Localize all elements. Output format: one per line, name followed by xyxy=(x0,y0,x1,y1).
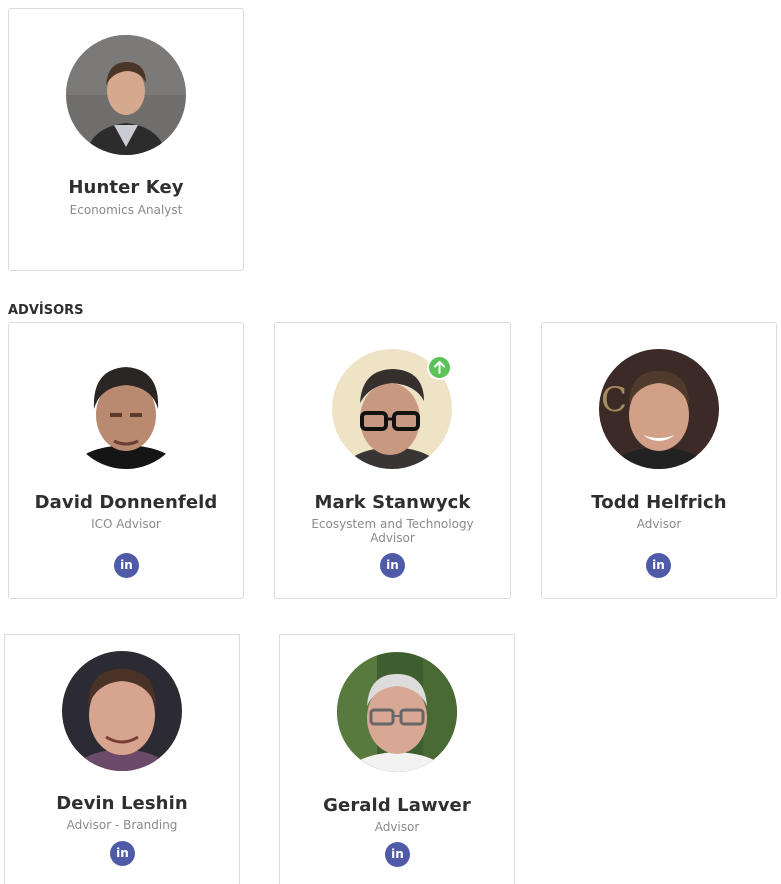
avatar-photo: C xyxy=(599,349,719,469)
linkedin-icon[interactable]: in xyxy=(114,553,139,578)
arrow-up-icon[interactable] xyxy=(427,355,452,380)
avatar-photo xyxy=(66,35,186,155)
advisor-card: Devin Leshin Advisor - Branding in xyxy=(4,634,240,884)
advisor-role: Advisor xyxy=(374,820,420,834)
advisor-card: Gerald Lawver Advisor in xyxy=(279,634,515,884)
avatar-photo xyxy=(337,652,457,772)
linkedin-icon[interactable]: in xyxy=(110,841,135,866)
advisor-role: ICO Advisor xyxy=(91,517,161,531)
linkedin-icon[interactable]: in xyxy=(380,553,405,578)
advisor-role: Advisor xyxy=(636,517,682,531)
linkedin-icon[interactable]: in xyxy=(646,553,671,578)
advisor-name: Todd Helfrich xyxy=(591,492,727,513)
avatar-photo xyxy=(62,651,182,771)
advisor-name: David Donnenfeld xyxy=(34,492,218,513)
advisor-name: Devin Leshin xyxy=(56,793,188,814)
advisor-role: Ecosystem and Technology Advisor xyxy=(311,517,474,545)
member-name: Hunter Key xyxy=(68,177,184,198)
advisor-card: Mark Stanwyck Ecosystem and Technology A… xyxy=(274,322,511,599)
advisor-name: Gerald Lawver xyxy=(323,795,471,816)
advisors-heading: ADVİSORS xyxy=(8,303,84,318)
advisor-card: C Todd Helfrich Advisor in xyxy=(541,322,777,599)
avatar-photo xyxy=(66,349,186,469)
advisor-card: David Donnenfeld ICO Advisor in xyxy=(8,322,244,599)
svg-text:C: C xyxy=(601,380,627,420)
advisor-name: Mark Stanwyck xyxy=(314,492,471,513)
advisor-role: Advisor - Branding xyxy=(66,818,178,832)
member-role: Economics Analyst xyxy=(69,203,183,217)
team-member-card: Hunter Key Economics Analyst xyxy=(8,8,244,271)
linkedin-icon[interactable]: in xyxy=(385,842,410,867)
